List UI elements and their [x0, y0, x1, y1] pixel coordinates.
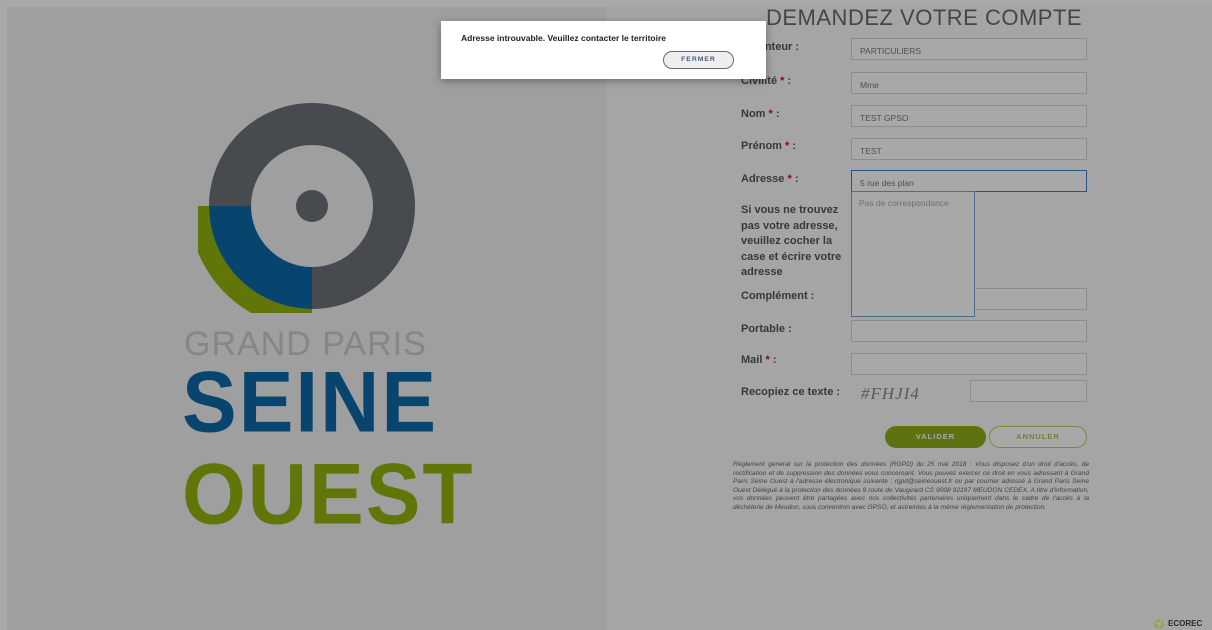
ecorec-logo-text: ECOREC: [1168, 619, 1203, 628]
modal-backdrop[interactable]: [0, 0, 1212, 630]
alert-dialog: Adresse introuvable. Veuillez contacter …: [441, 21, 766, 79]
alert-message: Adresse introuvable. Veuillez contacter …: [461, 33, 667, 43]
recycle-icon: [1154, 619, 1164, 629]
page: GRAND PARIS SEINE OUEST DEMANDEZ VOTRE C…: [0, 0, 1212, 630]
close-button[interactable]: FERMER: [663, 51, 734, 69]
ecorec-brand: ECOREC: [1154, 619, 1212, 630]
